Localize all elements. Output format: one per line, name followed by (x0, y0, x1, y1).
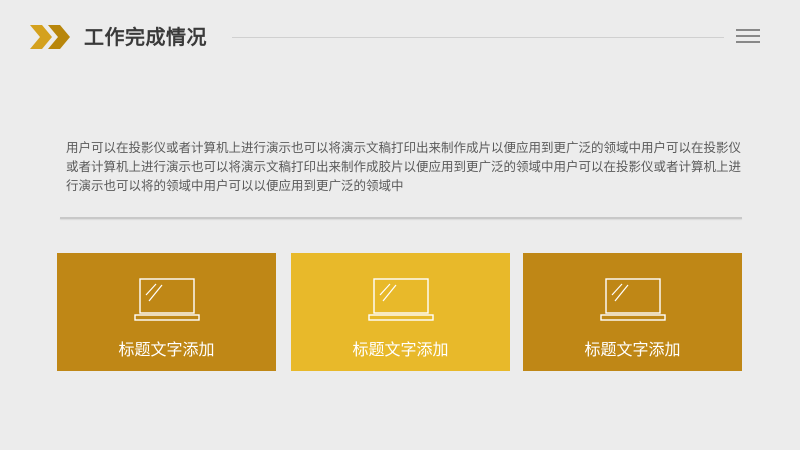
card-3[interactable]: 标题文字添加 (523, 253, 742, 371)
page-title: 工作完成情况 (84, 25, 207, 49)
card-2[interactable]: 标题文字添加 (291, 253, 510, 371)
menu-bar (736, 35, 760, 37)
laptop-icon (368, 278, 434, 321)
laptop-icon (600, 278, 666, 321)
menu-bar (736, 29, 760, 31)
card-label: 标题文字添加 (584, 340, 681, 359)
double-chevron-right-icon (30, 25, 70, 49)
card-label: 标题文字添加 (352, 340, 449, 359)
hamburger-menu-icon[interactable] (736, 29, 760, 45)
slide: 工作完成情况 用户可以在投影仪或者计算机上进行演示也可以将演示文稿打印出来制作成… (0, 0, 800, 450)
content-divider (60, 217, 742, 219)
body-paragraph: 用户可以在投影仪或者计算机上进行演示也可以将演示文稿打印出来制作成片以便应用到更… (66, 140, 742, 193)
title-divider (232, 37, 724, 38)
laptop-icon (134, 278, 200, 321)
menu-bar (736, 41, 760, 43)
card-1[interactable]: 标题文字添加 (57, 253, 276, 371)
card-label: 标题文字添加 (118, 340, 215, 359)
